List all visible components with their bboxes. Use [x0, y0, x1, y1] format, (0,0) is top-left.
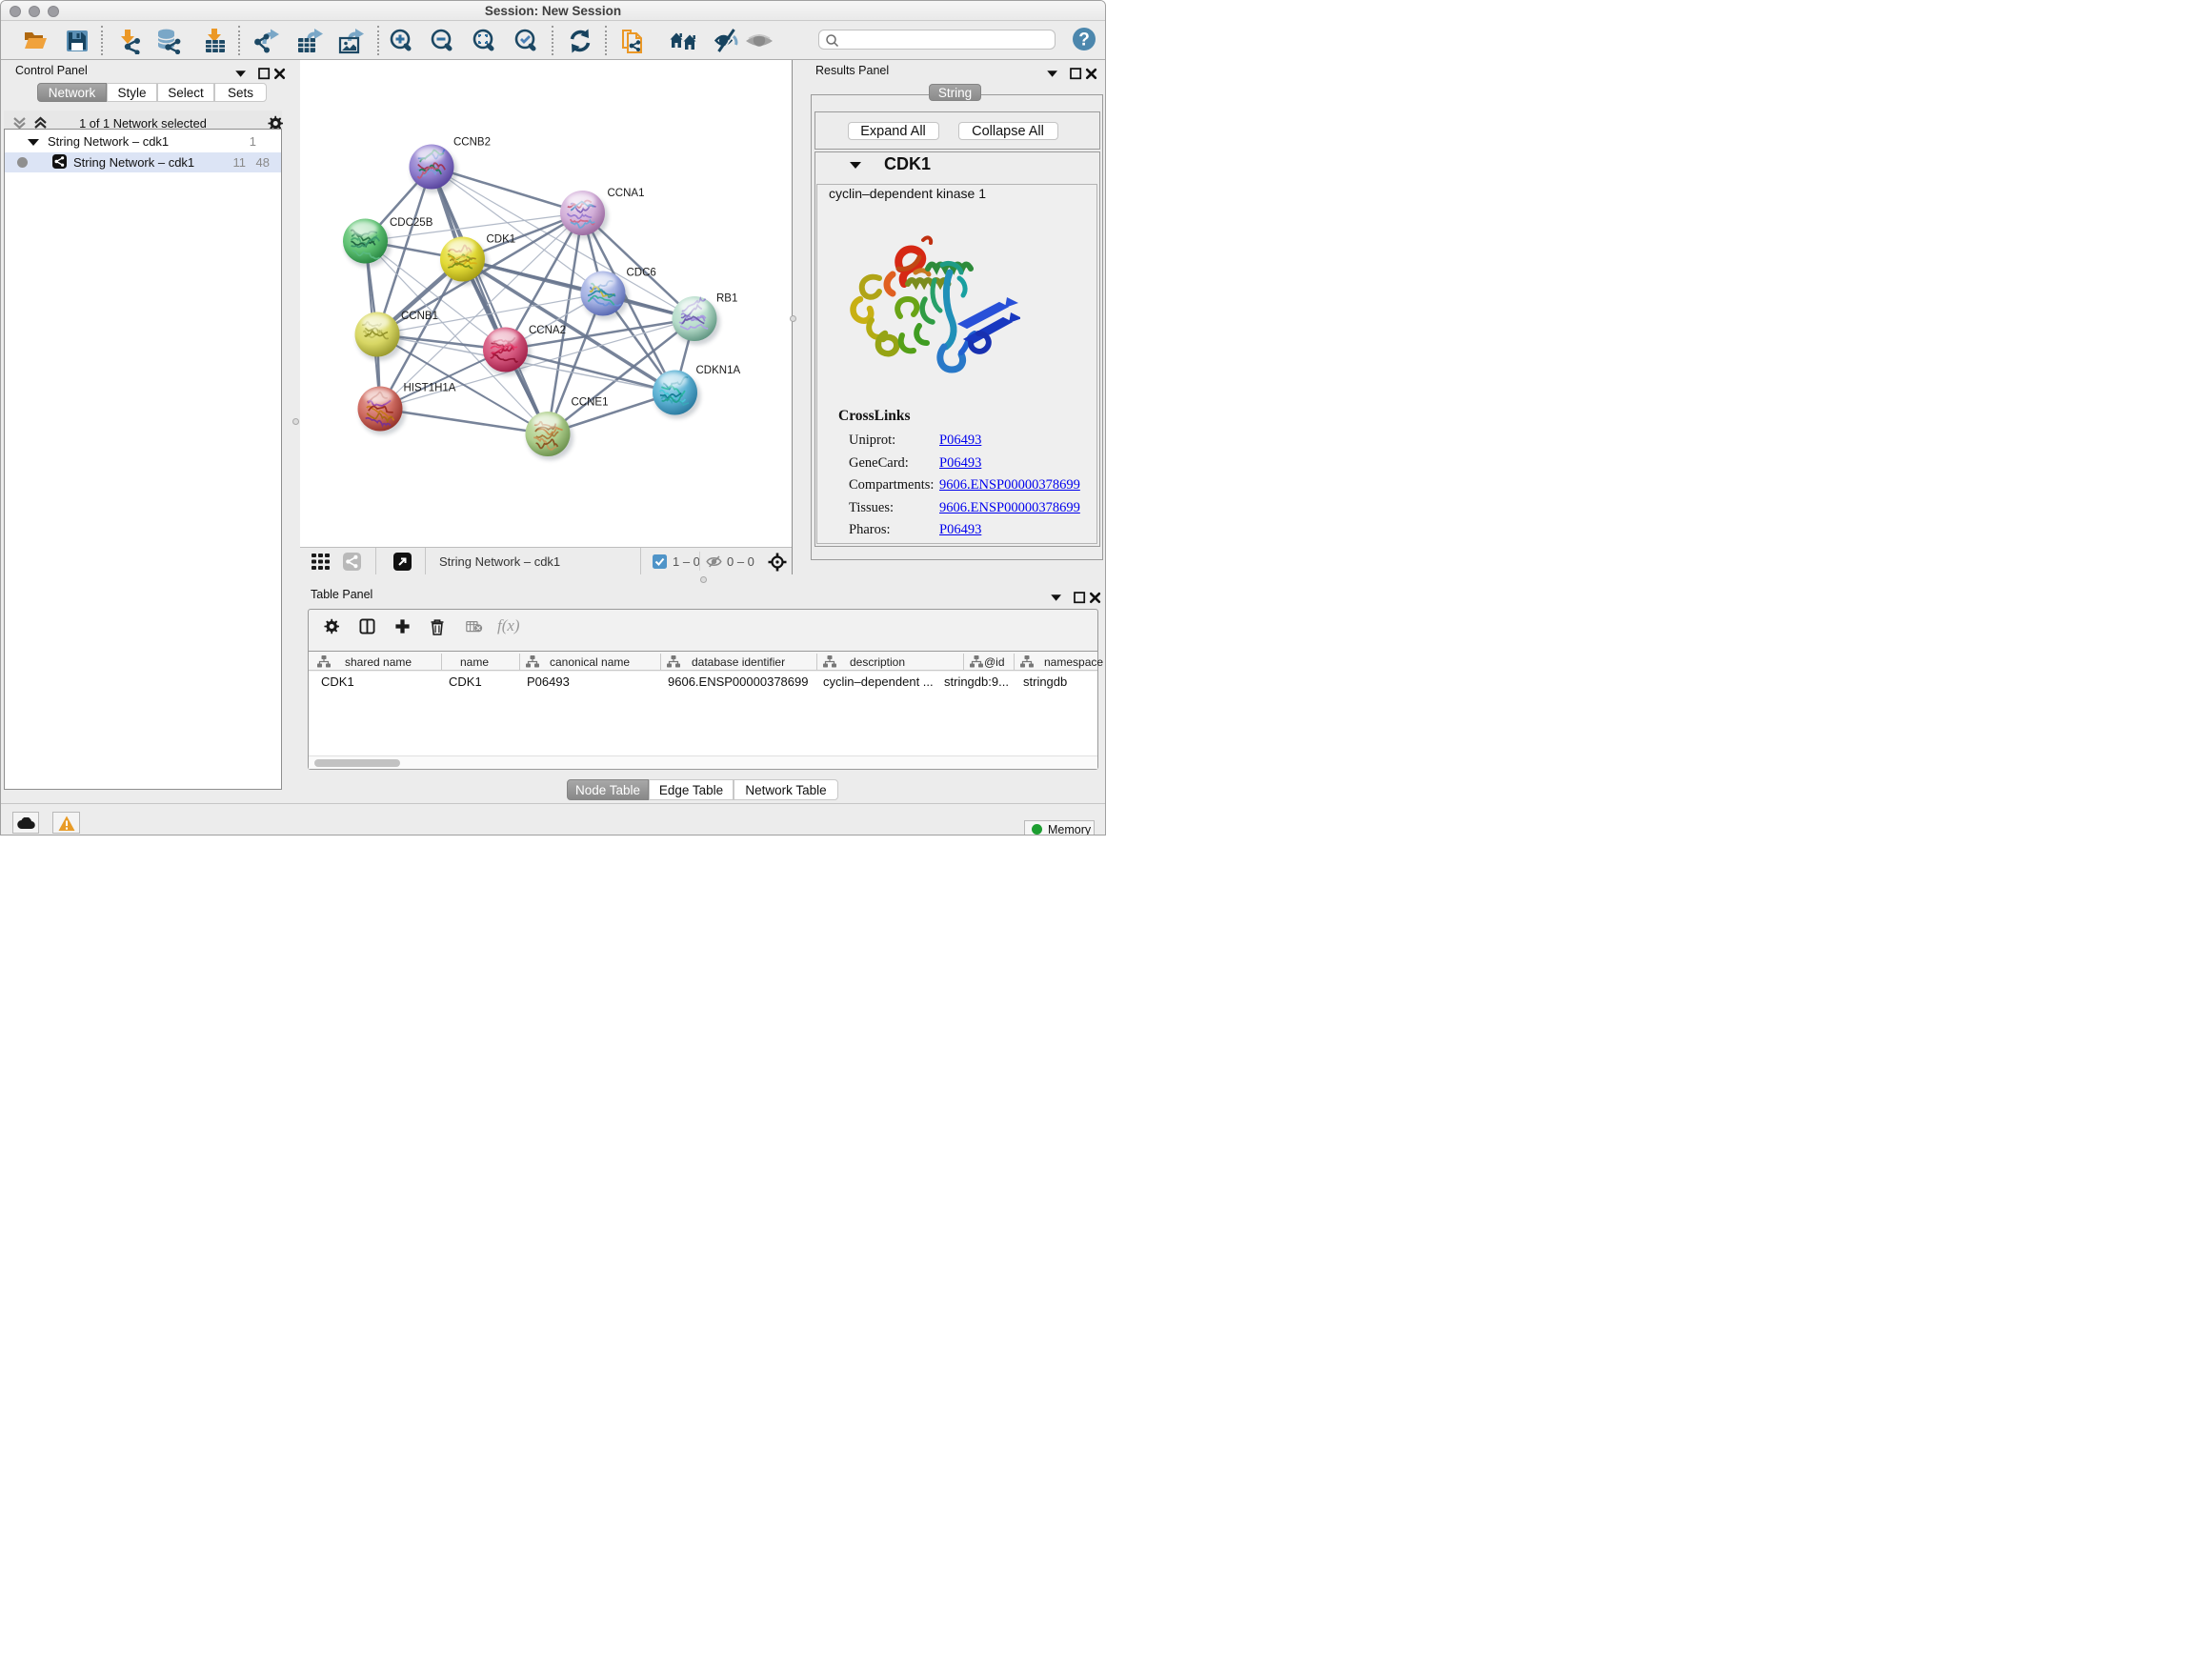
svg-text:CCNA2: CCNA2 [529, 325, 566, 336]
svg-text:CDC6: CDC6 [627, 268, 656, 279]
svg-text:CDK1: CDK1 [487, 234, 516, 246]
svg-text:HIST1H1A: HIST1H1A [404, 383, 456, 394]
svg-text:CDKN1A: CDKN1A [696, 365, 741, 376]
svg-text:CCNE1: CCNE1 [572, 397, 609, 409]
svg-text:RB1: RB1 [716, 293, 737, 305]
svg-text:CCNB1: CCNB1 [401, 311, 438, 322]
svg-text:?: ? [1078, 30, 1090, 50]
svg-text:CCNA1: CCNA1 [608, 188, 645, 199]
svg-text:CCNB2: CCNB2 [453, 137, 491, 149]
svg-text:CDC25B: CDC25B [390, 217, 433, 229]
